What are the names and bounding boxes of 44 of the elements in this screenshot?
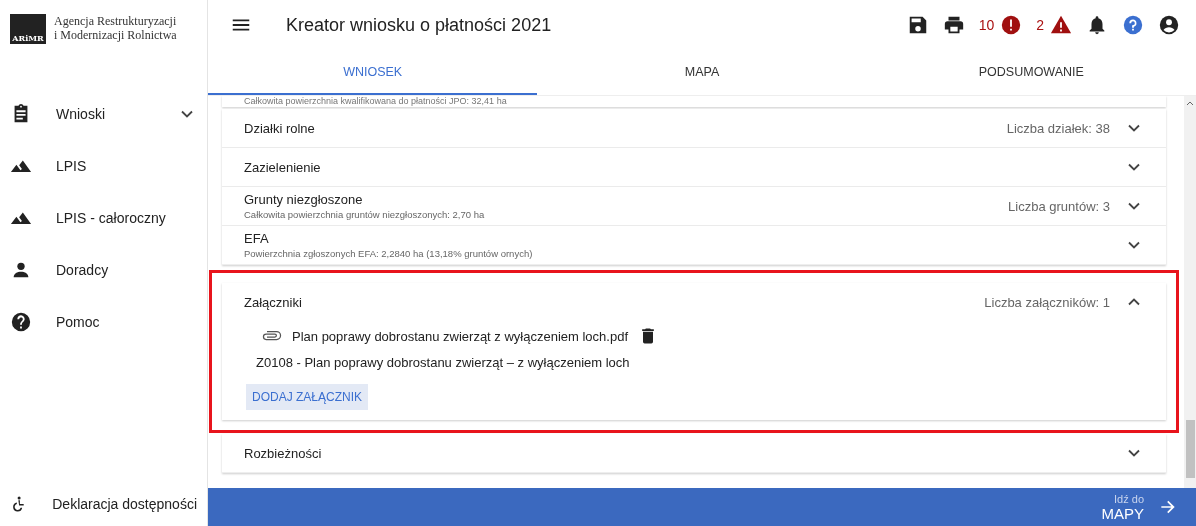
account-icon: [1158, 14, 1180, 36]
section-summary: Liczba załączników: 1: [984, 294, 1110, 310]
section-subtitle: Całkowita powierzchnia gruntów niezgłoszonych: 2,70 ha: [244, 209, 486, 220]
error-icon: [1000, 14, 1023, 36]
section-card[interactable]: Działki rolne Liczba działek: 38: [222, 109, 1166, 148]
sidebar-item[interactable]: Pomoc: [0, 296, 207, 348]
tab[interactable]: MAPA: [537, 50, 867, 95]
agency-logo: ARiMR: [10, 14, 46, 44]
attachment-type: Z0108 - Plan poprawy dobrostanu zwierząt – z wyłączeniem loch: [256, 355, 631, 370]
section-card[interactable]: Grunty niezgłoszone Całkowita powierzchnia gruntów niezgłoszonych: 2,70 ha Liczba gruntów: 3: [222, 187, 1166, 226]
warning-icon: [1050, 14, 1072, 36]
section-title[interactable]: Załączniki: [244, 294, 971, 310]
attachment-file-name[interactable]: Plan poprawy dobrostanu zwierząt z wyłączeniem loch.pdf: [292, 328, 628, 344]
scrollbar-thumb[interactable]: [1185, 420, 1195, 478]
page-title: Kreator wniosku o płatności 2021: [286, 14, 553, 36]
printer-icon: [942, 14, 965, 36]
error-count: 10: [978, 17, 995, 33]
section-title[interactable]: Grunty niezgłoszone: [244, 192, 995, 207]
next-button[interactable]: Idź do MAPY: [208, 488, 1196, 526]
section-card[interactable]: Rozbieżności: [222, 434, 1166, 473]
sidebar-item[interactable]: LPIS - całoroczny: [0, 192, 207, 244]
help-icon: [1122, 14, 1144, 36]
section-subtitle: Całkowita powierzchnia kwalifikowana do płatności JPO: 32,41 ha: [222, 96, 1166, 107]
section-subtitle: Powierzchnia zgłoszonych EFA: 2,2840 ha (13,18% gruntów ornych): [244, 248, 534, 259]
section-card[interactable]: Zazielenienie: [222, 148, 1166, 187]
scrollbar[interactable]: [1184, 96, 1196, 488]
sidebar-item[interactable]: LPIS: [0, 140, 207, 192]
help-icon: [10, 311, 32, 333]
section-title[interactable]: EFA: [244, 231, 1110, 246]
sidebar-item[interactable]: Wnioski: [0, 88, 207, 140]
accessibility-link[interactable]: Deklaracja dostępności: [0, 482, 207, 526]
section-title[interactable]: Działki rolne: [244, 120, 993, 136]
section-summary: Liczba działek: 38: [1006, 120, 1110, 136]
agency-name: i Modernizacji Rolnictwa: [54, 28, 177, 42]
tab[interactable]: PODSUMOWANIE: [866, 50, 1196, 95]
sidebar-item[interactable]: Doradcy: [0, 244, 207, 296]
section-summary: Liczba gruntów: 3: [1008, 198, 1110, 214]
scroll-up-icon[interactable]: [1186, 100, 1194, 106]
agency-name: Agencja Restrukturyzacji: [54, 14, 177, 28]
add-attachment-button[interactable]: DODAJ ZAŁĄCZNIK: [246, 384, 368, 410]
section-card[interactable]: EFA Powierzchnia zgłoszonych EFA: 2,2840 ha (13,18% gruntów ornych): [222, 226, 1166, 265]
section-title[interactable]: Rozbieżności: [244, 445, 1110, 461]
section-title[interactable]: Zazielenienie: [244, 159, 1110, 175]
warning-count: 2: [1036, 17, 1044, 33]
